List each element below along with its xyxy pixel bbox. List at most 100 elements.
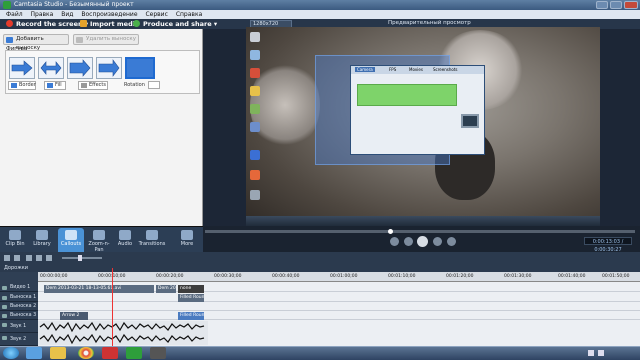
camtasia-taskbar-icon[interactable] [126,347,142,359]
rewind-button[interactable] [390,237,399,246]
ie-icon[interactable] [26,347,42,359]
redo-icon[interactable] [14,255,20,261]
timeline-ruler[interactable]: 00:00:00;00 00:00:10;00 00:00:20;00 00:0… [38,272,640,282]
filled-round-clip[interactable]: Filled Roun [178,294,204,302]
menu-view[interactable]: Вид [61,10,73,19]
fast-forward-button[interactable] [447,237,456,246]
filled-round-clip-2[interactable]: Filled Roun [178,312,204,320]
fraps-dialog: Camera FPS Movies Screenshots [350,65,485,155]
preview-label: Предварительный просмотр [388,20,471,26]
split-icon[interactable] [36,255,42,261]
track-header-video-1[interactable]: Видео 1 [0,284,38,292]
start-button-icon[interactable] [3,347,19,359]
desktop-icon [250,150,260,160]
menu-tools[interactable]: Сервис [145,10,167,19]
rotation-input[interactable] [148,81,160,89]
fraps-icon[interactable] [102,347,118,359]
track-header-audio-1[interactable]: Звук 1 [0,321,38,333]
zoom-slider[interactable] [62,257,102,259]
fill-dropdown[interactable]: Fill [44,81,66,90]
track-header-callout-2[interactable]: Выноска 2 [0,303,38,311]
tab-library[interactable]: Library [29,228,55,252]
shape-chevron-arrow[interactable] [96,57,122,79]
minimize-button[interactable] [596,1,608,9]
tab-more[interactable]: More [174,228,200,252]
tray-icon[interactable] [588,350,594,356]
tab-audio[interactable]: Audio [112,228,138,252]
volume-icon[interactable] [598,350,604,356]
lock-icon [2,336,7,340]
undo-icon[interactable] [4,255,10,261]
step-back-button[interactable] [404,237,413,246]
seek-handle[interactable] [388,229,393,234]
dialog-tab-movies[interactable]: Movies [409,67,423,72]
menu-bar: Файл Правка Вид Воспроизведение Сервис С… [0,10,640,19]
record-screen-button[interactable]: Record the screen ▾ [6,20,88,28]
windows-taskbar [0,346,640,360]
explorer-icon[interactable] [50,347,66,359]
arrow-right-icon [11,60,33,76]
cut-icon[interactable] [26,255,32,261]
desktop-icon [250,170,260,180]
menu-help[interactable]: Справка [176,10,202,19]
double-arrow-icon [40,61,62,75]
audio-waveform[interactable] [38,321,208,345]
audio-icon [119,230,131,240]
ruler-tick: 00:01:50;00 [602,274,630,279]
ruler-tick: 00:00:00;00 [40,274,68,279]
media-icon[interactable] [150,347,166,359]
remove-callout-button[interactable]: Удалить выноску [73,34,139,45]
dialog-tab-screenshots[interactable]: Screenshots [433,67,457,72]
play-button[interactable] [417,236,428,247]
add-callout-button[interactable]: Добавить выноску [3,34,69,51]
desktop-icon [250,32,260,42]
import-media-button[interactable]: Import media [80,20,139,28]
ruler-tick: 00:01:20;00 [446,274,474,279]
chrome-icon[interactable] [78,347,94,359]
menu-file[interactable]: Файл [6,10,23,19]
maximize-button[interactable] [610,1,622,9]
rotation-label: Rotation [124,82,145,88]
shape-arrow-bold[interactable] [67,57,93,79]
desktop-icon [250,122,260,132]
library-icon [36,230,48,240]
lock-icon [2,286,7,290]
shape-rectangle-selected[interactable] [125,57,155,79]
add-callout-icon [6,37,13,43]
lane-callout-1 [38,294,640,302]
border-dropdown[interactable]: Border [8,81,36,90]
window-title: Camtasia Studio - Безымянный проект [14,1,134,8]
menu-playback[interactable]: Воспроизведение [81,10,137,19]
video-clip-2[interactable]: Dem 201 [156,285,176,293]
effects-swatch [81,83,87,88]
lane-callout-2 [38,303,640,311]
tab-zoom-n-pan[interactable]: Zoom-n-Pan [86,228,112,253]
playhead[interactable] [112,268,113,348]
shape-arrow-right[interactable] [9,57,35,79]
effects-dropdown[interactable]: Effects [78,81,108,90]
close-button[interactable] [624,1,638,9]
time-display: 0:00:13:03 / 0:00:30:27 [584,237,632,253]
tab-clip-bin[interactable]: Clip Bin [2,228,28,252]
seek-bar[interactable] [205,230,635,233]
none-transition-clip[interactable]: none [178,285,204,293]
shape-double-arrow[interactable] [38,57,64,79]
callout-icon [65,230,77,240]
step-forward-button[interactable] [433,237,442,246]
track-header-callout-3[interactable]: Выноска 3 [0,312,38,320]
tab-transitions[interactable]: Transitions [138,228,166,252]
copy-icon[interactable] [46,255,52,261]
lock-icon [2,314,7,318]
dialog-tab-camera[interactable]: Camera [355,67,375,72]
zoom-slider-handle[interactable] [78,255,82,261]
track-header-audio-2[interactable]: Звук 2 [0,334,38,346]
menu-edit[interactable]: Правка [31,10,54,19]
video-clip[interactable]: Dem 2013-03-21 18-13-05.61.avi [44,285,154,293]
track-header-callout-1[interactable]: Выноска 1 [0,294,38,302]
ruler-tick: 00:01:00;00 [330,274,358,279]
dialog-tab-fps[interactable]: FPS [389,67,396,72]
produce-share-button[interactable]: Produce and share ▾ [133,20,217,28]
tab-callouts[interactable]: Callouts [58,228,84,252]
ruler-tick: 00:00:20;00 [156,274,184,279]
arrow-clip[interactable]: Arrow 2 [60,312,88,320]
